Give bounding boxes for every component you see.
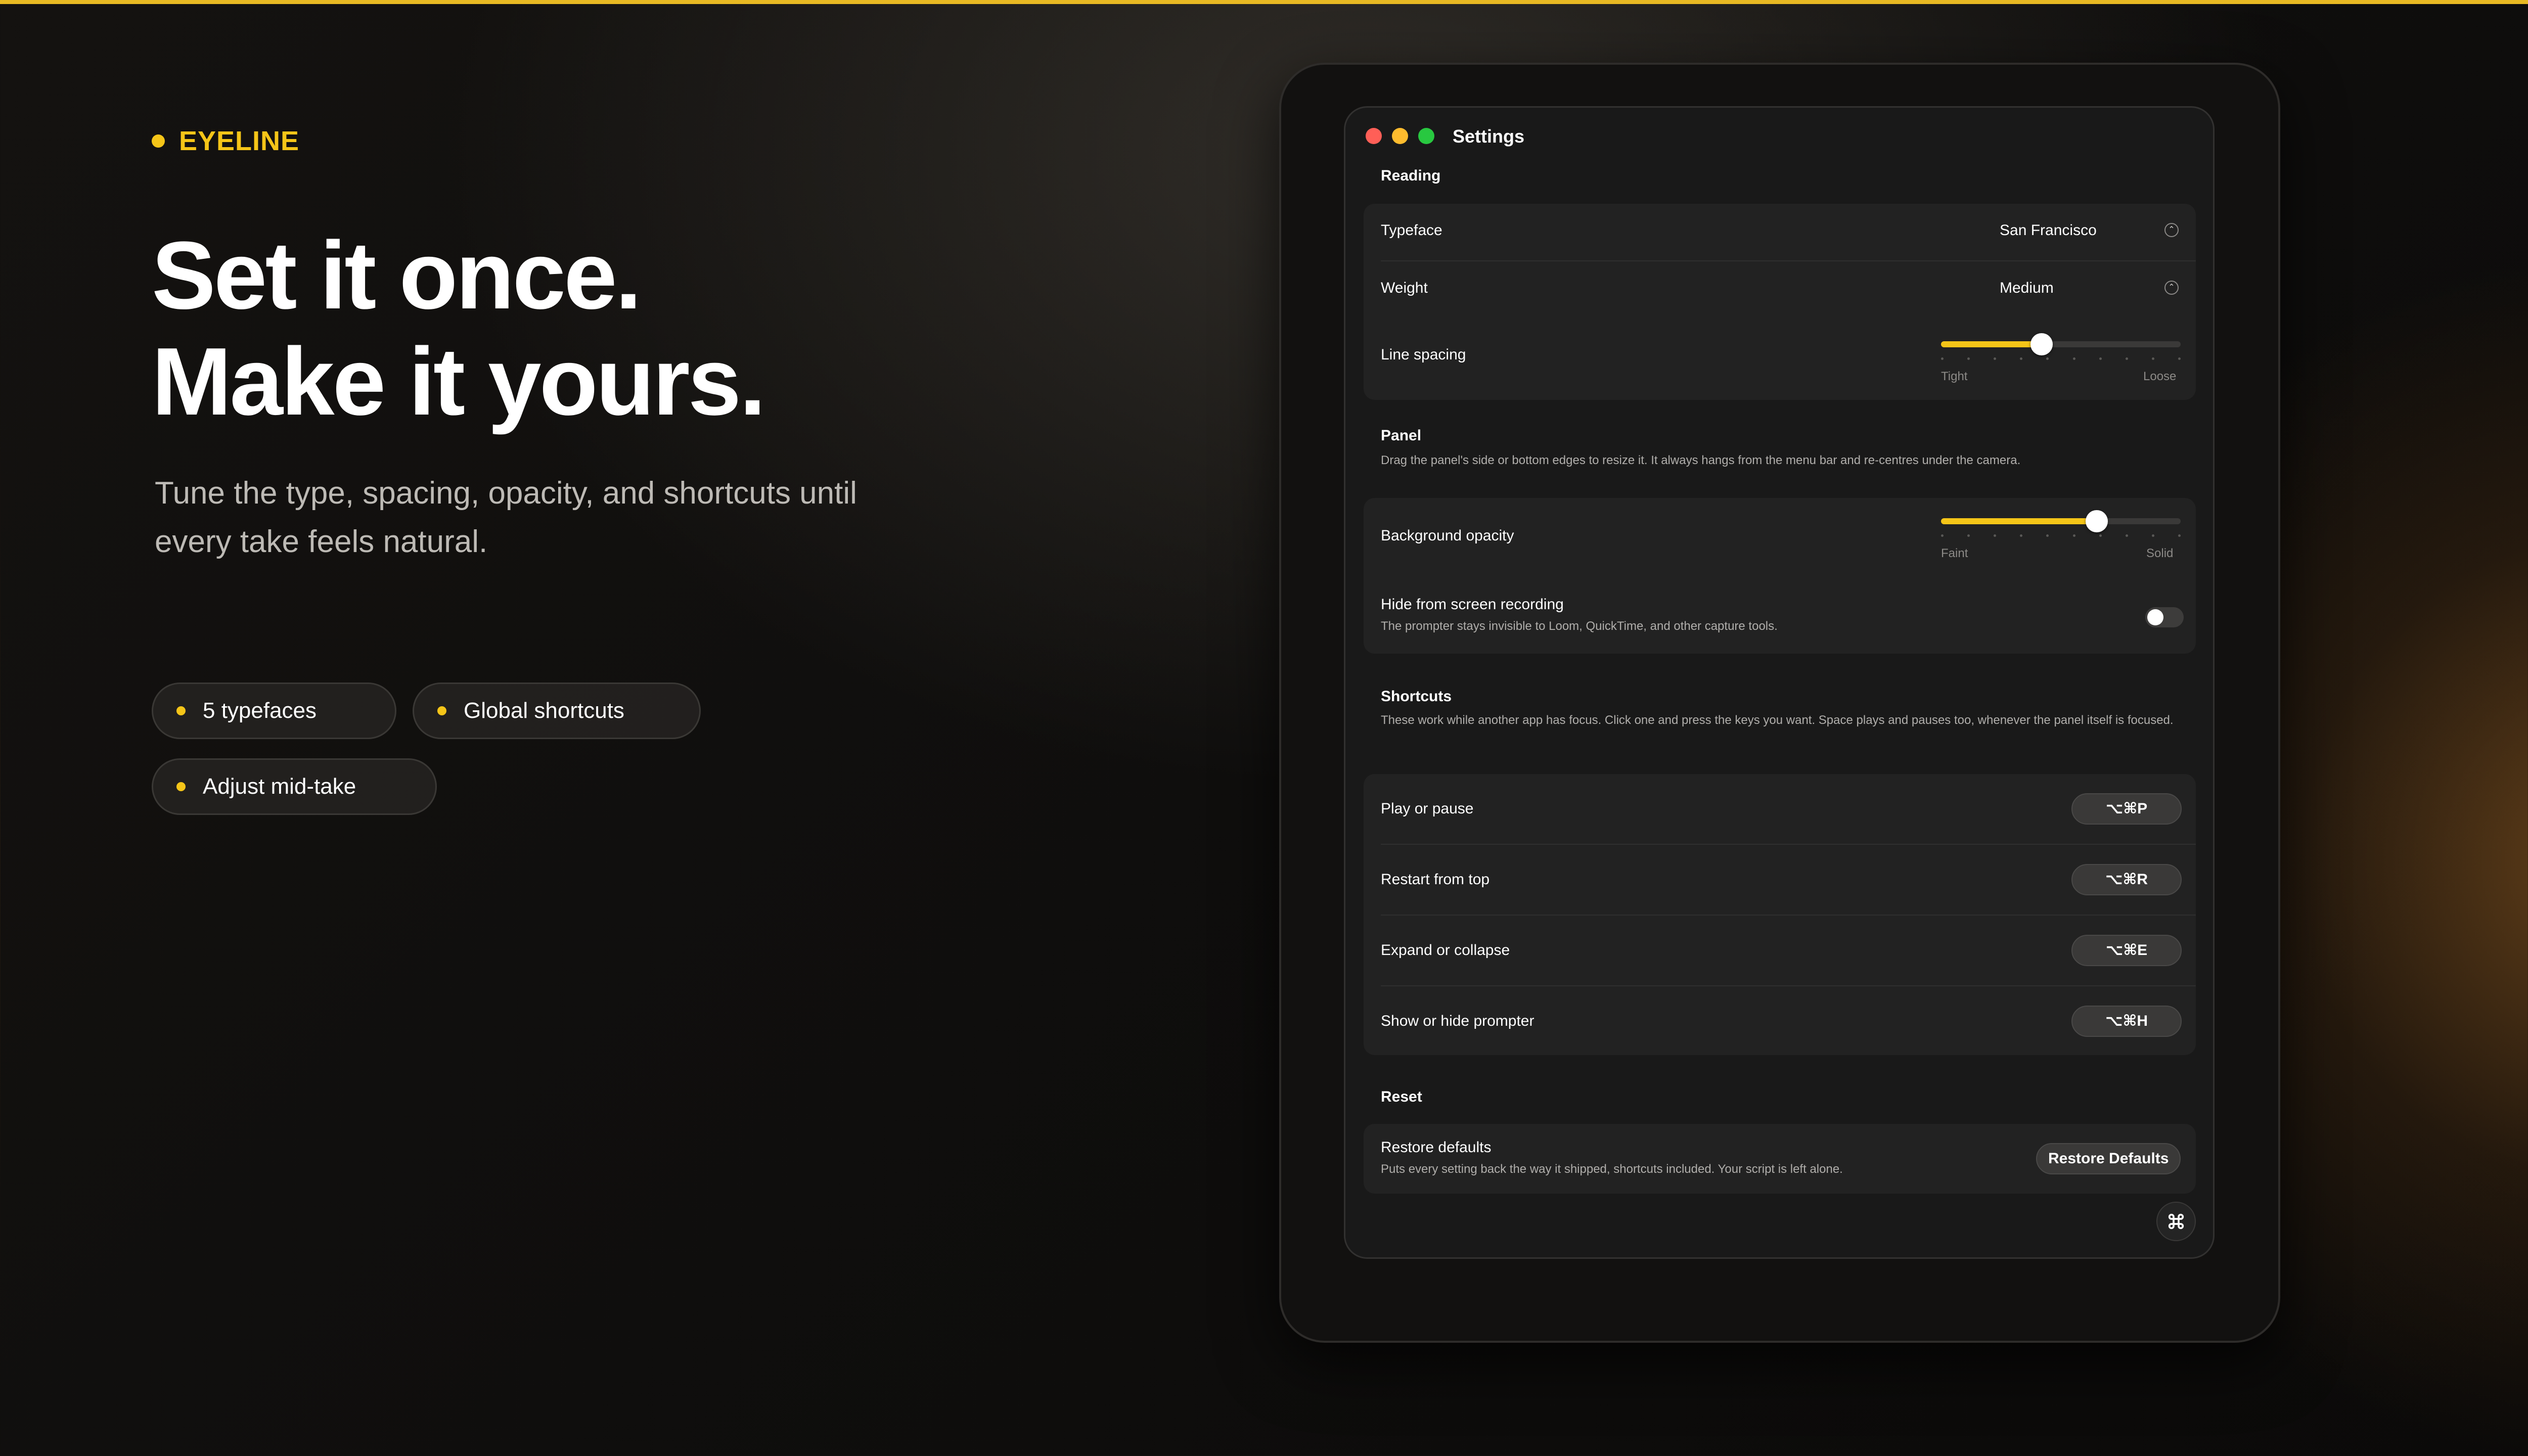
- line-spacing-slider[interactable]: [1941, 333, 2181, 355]
- command-key-button[interactable]: [2156, 1202, 2196, 1241]
- background-opacity-slider[interactable]: [1941, 510, 2181, 532]
- shortcut-recorder-show-hide[interactable]: ⌥⌘H: [2071, 1006, 2182, 1037]
- hide-recording-label: Hide from screen recording: [1381, 596, 1564, 613]
- background-opacity-slider-thumb[interactable]: [2086, 510, 2108, 532]
- line-spacing-row: Line spacing Tight Loose: [1364, 319, 2196, 400]
- typeface-label: Typeface: [1381, 222, 1442, 239]
- shortcuts-description: These work while another app has focus. …: [1381, 713, 2174, 727]
- minimize-window-button[interactable]: [1392, 128, 1408, 144]
- brand-dot: [152, 134, 165, 148]
- restore-defaults-description: Puts every setting back the way it shipp…: [1381, 1162, 1843, 1176]
- zoom-window-button[interactable]: [1418, 128, 1434, 144]
- chip-typefaces: 5 typefaces: [152, 682, 396, 739]
- section-title-shortcuts: Shortcuts: [1381, 688, 1452, 705]
- command-key-icon: [2168, 1213, 2184, 1230]
- section-title-reset: Reset: [1381, 1088, 1422, 1105]
- typeface-row: Typeface San Francisco ⌃: [1364, 204, 2196, 260]
- section-title-reading: Reading: [1381, 167, 1441, 184]
- chip-dot: [437, 706, 446, 715]
- chevron-up-down-icon[interactable]: ⌃: [2164, 281, 2179, 295]
- panel-group: Background opacity Faint Solid Hide from…: [1364, 498, 2196, 654]
- line-spacing-min-label: Tight: [1941, 370, 1968, 383]
- window-title: Settings: [1453, 126, 1525, 147]
- restore-defaults-button[interactable]: Restore Defaults: [2036, 1143, 2181, 1174]
- shortcut-row-show-hide: Show or hide prompter ⌥⌘H: [1364, 986, 2196, 1055]
- brand-name: EYELINE: [179, 126, 300, 156]
- shortcut-row-restart: Restart from top ⌥⌘R: [1364, 845, 2196, 915]
- chip-label: 5 typefaces: [203, 698, 317, 723]
- reset-group: Restore defaults Puts every setting back…: [1364, 1124, 2196, 1194]
- background-opacity-slider-fill: [1941, 518, 2097, 524]
- background-opacity-max-label: Solid: [2146, 547, 2174, 560]
- line-spacing-ticks: [1941, 357, 2181, 360]
- line-spacing-slider-fill: [1941, 341, 2042, 347]
- subtitle: Tune the type, spacing, opacity, and sho…: [155, 476, 857, 559]
- weight-select[interactable]: Medium: [2000, 280, 2054, 297]
- restore-defaults-label: Restore defaults: [1381, 1139, 1492, 1156]
- chip-global-shortcuts: Global shortcuts: [413, 682, 701, 739]
- weight-label: Weight: [1381, 280, 1428, 296]
- shortcut-label: Play or pause: [1381, 800, 1474, 817]
- hide-recording-toggle[interactable]: [2145, 607, 2184, 627]
- hide-recording-description: The prompter stays invisible to Loom, Qu…: [1381, 619, 1778, 633]
- shortcut-row-expand: Expand or collapse ⌥⌘E: [1364, 916, 2196, 985]
- line-spacing-label: Line spacing: [1381, 346, 1466, 363]
- headline: Set it once. Make it yours.: [152, 222, 766, 435]
- shortcut-recorder-restart[interactable]: ⌥⌘R: [2071, 864, 2182, 895]
- shortcut-row-play-pause: Play or pause ⌥⌘P: [1364, 774, 2196, 844]
- settings-window: Settings Reading Typeface San Francisco …: [1344, 106, 2215, 1259]
- background-opacity-row: Background opacity Faint Solid: [1364, 498, 2196, 579]
- restore-defaults-row: Restore defaults Puts every setting back…: [1364, 1124, 2196, 1194]
- headline-line-1: Set it once.: [152, 222, 642, 329]
- chevron-up-down-icon[interactable]: ⌃: [2164, 223, 2179, 237]
- chip-label: Adjust mid-take: [203, 774, 356, 799]
- shortcut-recorder-expand[interactable]: ⌥⌘E: [2071, 935, 2182, 966]
- reading-group: Typeface San Francisco ⌃ Weight Medium ⌃…: [1364, 204, 2196, 400]
- chip-dot: [176, 782, 186, 791]
- background-opacity-label: Background opacity: [1381, 527, 1514, 544]
- shortcut-recorder-play-pause[interactable]: ⌥⌘P: [2071, 793, 2182, 825]
- hide-recording-row: Hide from screen recording The prompter …: [1364, 579, 2196, 654]
- panel-description: Drag the panel's side or bottom edges to…: [1381, 453, 2021, 467]
- toggle-knob: [2147, 609, 2163, 625]
- chip-adjust-mid-take: Adjust mid-take: [152, 758, 437, 815]
- background-opacity-ticks: [1941, 534, 2181, 537]
- section-title-panel: Panel: [1381, 427, 1422, 444]
- title-bar[interactable]: Settings: [1345, 108, 2213, 168]
- shortcut-label: Show or hide prompter: [1381, 1013, 1534, 1029]
- line-spacing-max-label: Loose: [2143, 370, 2177, 383]
- typeface-select[interactable]: San Francisco: [2000, 222, 2097, 239]
- top-accent-line: [0, 0, 2528, 4]
- headline-line-2: Make it yours.: [152, 328, 766, 435]
- shortcut-label: Restart from top: [1381, 871, 1490, 888]
- background-opacity-min-label: Faint: [1941, 547, 1968, 560]
- weight-row: Weight Medium ⌃: [1364, 261, 2196, 318]
- line-spacing-slider-thumb[interactable]: [2030, 333, 2053, 355]
- shortcut-label: Expand or collapse: [1381, 942, 1510, 959]
- close-window-button[interactable]: [1366, 128, 1382, 144]
- brand: EYELINE: [152, 125, 299, 157]
- chip-label: Global shortcuts: [464, 698, 624, 723]
- shortcuts-group: Play or pause ⌥⌘P Restart from top ⌥⌘R E…: [1364, 774, 2196, 1055]
- chip-dot: [176, 706, 186, 715]
